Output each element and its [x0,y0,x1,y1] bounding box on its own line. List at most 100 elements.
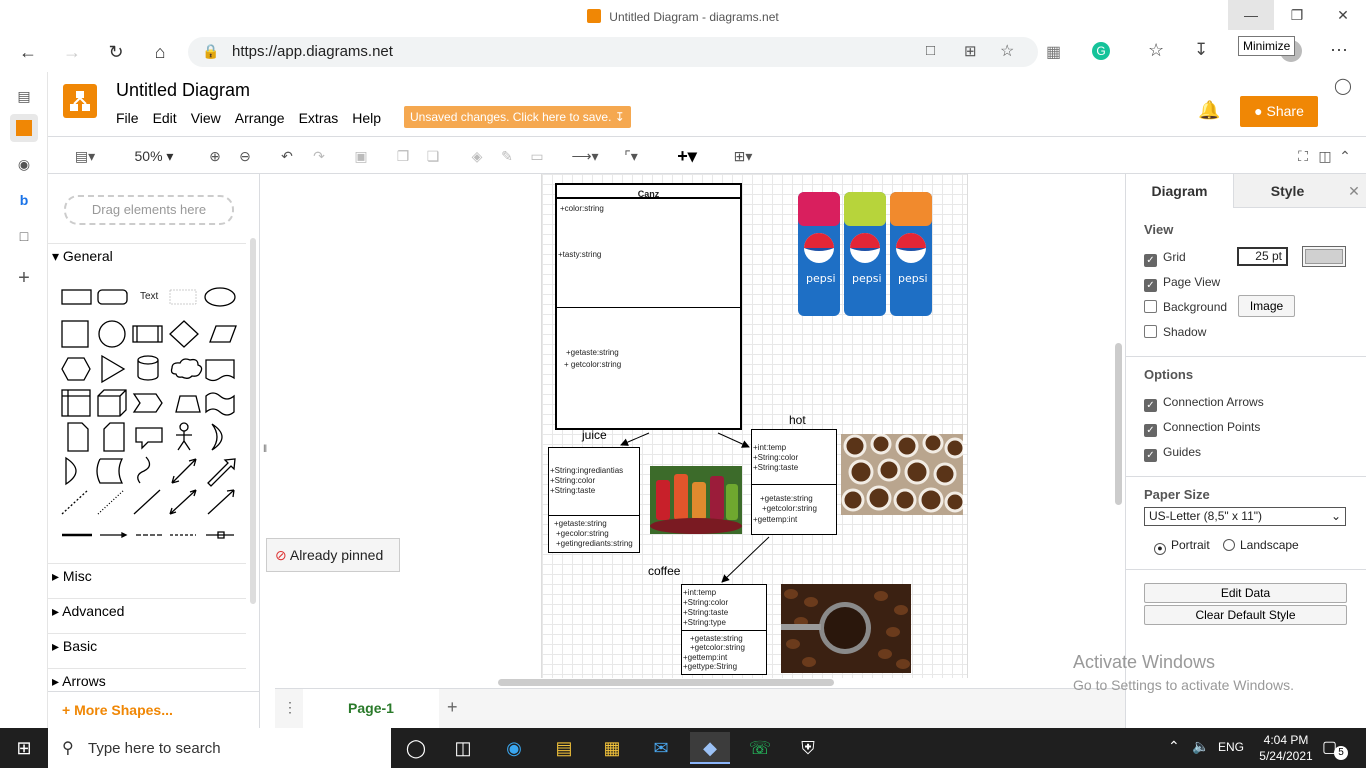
back-icon[interactable]: ← [16,40,40,64]
forward-icon[interactable]: → [60,40,84,64]
clear-default-style-button[interactable]: Clear Default Style [1144,605,1347,625]
shapes-scrollbar[interactable] [250,238,256,604]
toggle-panel-icon[interactable]: ◫ [1316,145,1334,167]
close-window-button[interactable]: ✕ [1320,0,1366,30]
or-shape-icon[interactable] [211,423,223,451]
close-panel-icon[interactable]: ✕ [1341,174,1366,208]
connection-points-checkbox[interactable]: ✓ Connection Points [1144,420,1260,437]
waypoints-icon[interactable]: ⌜▾ [614,145,648,167]
whatsapp-icon[interactable]: ☏ [740,732,780,764]
note-shape-icon[interactable] [67,422,89,452]
more-shapes-button[interactable]: + More Shapes... [48,691,259,728]
refresh-icon[interactable]: ↻ [104,40,128,64]
taskbar-search-box[interactable]: ⚲ Type here to search [48,728,391,768]
file-explorer-icon[interactable]: ▤ [544,732,584,764]
menu-arrange[interactable]: Arrange [235,110,285,126]
bidirectional-connector-shape-icon[interactable] [169,489,197,515]
fill-color-icon[interactable]: ◈ [466,145,488,167]
zoom-in-icon[interactable]: ⊕ [204,145,226,167]
add-page-icon[interactable]: + [447,697,458,718]
uml-class-hot[interactable]: +int:temp +String:color +String:taste +g… [751,429,837,535]
redo-icon[interactable]: ↷ [308,145,330,167]
volume-icon[interactable]: 🔈 [1192,738,1209,755]
to-back-icon[interactable]: ❏ [422,145,444,167]
edit-data-button[interactable]: Edit Data [1144,583,1347,603]
insert-icon[interactable]: +▾ [670,145,704,167]
pages-menu-icon[interactable]: ⋮ [283,699,297,716]
coffee-label[interactable]: coffee [648,564,680,578]
grammarly-icon[interactable]: G [1092,42,1110,60]
dashed-line-shape-icon[interactable] [61,489,89,515]
minimize-button[interactable]: — [1228,0,1274,30]
unsaved-changes-button[interactable]: Unsaved changes. Click here to save. ↧ [404,106,631,128]
task-view-icon[interactable]: ◫ [443,732,483,764]
cube-shape-icon[interactable] [97,389,127,417]
circle-shape-icon[interactable] [98,320,126,348]
guides-checkbox[interactable]: ✓ Guides [1144,445,1201,462]
cylinder-shape-icon[interactable] [137,355,159,381]
card-shape-icon[interactable] [103,422,125,452]
zoom-out-icon[interactable]: ⊖ [234,145,256,167]
portrait-radio[interactable]: ● Portrait [1154,538,1210,555]
textbox-shape-icon[interactable] [169,289,197,305]
favorites-icon[interactable]: ☆ [1148,40,1164,61]
grid-color-picker[interactable] [1302,246,1346,267]
grid-size-input[interactable]: 25 pt [1237,247,1288,266]
delay-shape-icon[interactable] [65,456,77,486]
trapezoid-shape-icon[interactable] [175,395,201,413]
windows-start-icon[interactable]: ⊞ [4,732,44,764]
to-front-icon[interactable]: ❐ [392,145,414,167]
format-panel-toggle-icon[interactable]: ▤▾ [68,145,102,167]
tray-expand-icon[interactable]: ⌃ [1168,738,1180,755]
hot-label[interactable]: hot [789,413,806,427]
triangle-shape-icon[interactable] [101,354,126,384]
collapse-icon[interactable]: ⌃ [1336,145,1354,167]
uml-class-juice[interactable]: +String:ingrediantias +String:color +Str… [548,447,640,553]
fullscreen-icon[interactable]: ⛶ [1294,145,1312,167]
drawio-taskbar-icon[interactable]: ◆ [690,732,730,764]
connector-hot-coffee[interactable] [721,536,770,583]
page-view-checkbox[interactable]: ✓ Page View [1144,275,1220,292]
tape-shape-icon[interactable] [205,392,235,416]
canvas-horizontal-scrollbar[interactable] [498,679,834,686]
data-storage-shape-icon[interactable] [96,458,124,484]
undo-icon[interactable]: ↶ [276,145,298,167]
misc-section-header[interactable]: ▸ Misc [48,563,246,587]
line-shape-icon[interactable] [133,489,161,515]
connection-icon[interactable]: ⟶▾ [568,145,602,167]
home-icon[interactable]: ⌂ [148,40,172,64]
actor-shape-icon[interactable] [176,431,192,451]
background-checkbox[interactable]: Background [1144,300,1227,314]
rounded-rect-shape-icon[interactable] [97,289,128,305]
coffee-beans-image[interactable] [781,584,911,673]
connector-canz-hot[interactable] [717,432,750,448]
internal-storage-shape-icon[interactable] [61,389,91,417]
diamond-shape-icon[interactable] [169,320,199,348]
coffee-cups-image[interactable] [841,432,966,515]
arrow-shape-icon[interactable] [207,458,236,487]
diagram-title[interactable]: Untitled Diagram [116,80,250,101]
restore-button[interactable]: ❐ [1274,0,1320,30]
arrows-section-header[interactable]: ▸ Arrows [48,668,246,692]
language-globe-icon[interactable]: ◯ [1334,76,1352,96]
background-image-button[interactable]: Image [1238,295,1295,317]
edge-taskbar-icon[interactable]: ◉ [494,732,534,764]
collections-icon[interactable]: ▦ [1046,42,1061,62]
delete-icon[interactable]: ▣ [350,145,372,167]
step-shape-icon[interactable] [132,393,163,413]
advanced-section-header[interactable]: ▸ Advanced [48,598,246,622]
connection-arrows-checkbox[interactable]: ✓ Connection Arrows [1144,395,1264,412]
security-shield-icon[interactable]: ⛨ [788,732,828,764]
basic-section-header[interactable]: ▸ Basic [48,633,246,657]
menu-file[interactable]: File [116,110,139,126]
share-button[interactable]: ● Share [1240,96,1318,127]
connector-canz-juice[interactable] [620,432,650,446]
bidirectional-arrow-shape-icon[interactable] [171,458,197,484]
github-icon[interactable]: ◉ [10,150,38,178]
labeled-connector-shape-icon[interactable] [206,531,234,539]
cloud-shape-icon[interactable] [170,358,203,379]
scratchpad-drop-zone[interactable]: Drag elements here [64,195,234,225]
paper-size-select[interactable]: US-Letter (8,5" x 11") ⌄ [1144,507,1346,526]
drawio-app-icon[interactable] [10,114,38,142]
panel-resize-handle[interactable]: ‖ [263,444,267,455]
